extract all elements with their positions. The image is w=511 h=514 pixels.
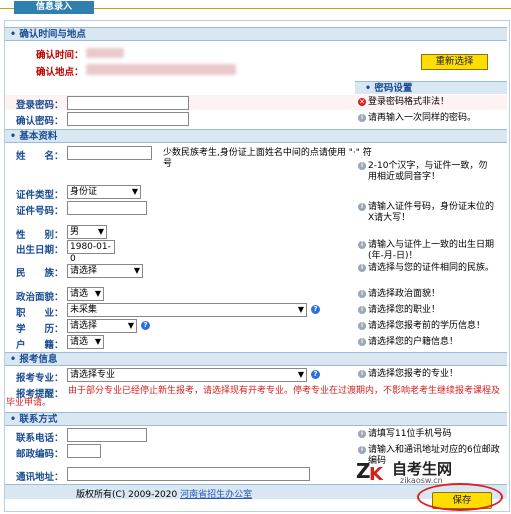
info-icon: i <box>358 430 366 438</box>
name-label: 姓 名： <box>16 151 64 162</box>
chevron-down-icon: ▼ <box>94 337 101 346</box>
phone-tip: 请填写11位手机号码 <box>368 429 452 439</box>
login-password-error: 登录密码格式非法！ <box>368 97 450 107</box>
phone-label: 联系电话： <box>16 433 64 444</box>
svg-text:K: K <box>369 464 384 484</box>
birth-tip: 请输入与证件上一致的出生日期(年-月-日)！ <box>368 240 495 261</box>
edu-select[interactable]: 请选择 ▼ <box>67 319 137 333</box>
help-icon[interactable]: ? <box>311 305 320 314</box>
confirm-password-tip: 请再输入一次同样的密码。 <box>368 113 477 123</box>
login-password-input[interactable] <box>67 96 189 110</box>
major-select[interactable]: 请选择专业 ▼ <box>67 368 307 382</box>
address-label: 通讯地址： <box>16 472 64 483</box>
error-icon: ✕ <box>358 98 366 106</box>
ethnic-tip: 请选择与您的证件相同的民族。 <box>368 263 495 273</box>
name-tip: 2-10个汉字，与证件一致，勿用相近或同音字！ <box>368 161 488 182</box>
reminder-text: 由于部分专业已经停止新生报考，请选择现有开考专业。停考专业在过渡期内，不影响老考… <box>6 386 501 408</box>
confirm-time-label: 确认时间： <box>36 50 84 61</box>
job-label: 职 业： <box>16 308 64 319</box>
section-header-contact: • 联系方式 <box>5 412 507 426</box>
idno-label: 证件号码： <box>16 206 64 217</box>
postcode-label: 邮政编码： <box>16 449 64 460</box>
chevron-down-icon: ▼ <box>133 266 140 275</box>
info-icon: i <box>358 322 366 330</box>
save-highlight-circle <box>417 483 503 511</box>
hukou-tip: 请选择您的户籍信息！ <box>368 337 459 347</box>
gender-select[interactable]: 男 ▼ <box>67 225 107 239</box>
chevron-down-icon: ▼ <box>297 305 304 314</box>
chevron-down-icon: ▼ <box>297 370 304 379</box>
chevron-down-icon: ▼ <box>97 227 104 236</box>
info-icon: i <box>358 241 366 249</box>
help-icon[interactable]: ? <box>311 370 320 379</box>
idno-input[interactable] <box>67 201 147 215</box>
major-label: 报考专业： <box>16 373 64 384</box>
info-icon: i <box>358 290 366 298</box>
chevron-down-icon: ▼ <box>94 289 101 298</box>
address-input[interactable] <box>67 467 310 481</box>
chevron-down-icon: ▼ <box>131 187 138 196</box>
info-icon: i <box>358 114 366 122</box>
info-icon: i <box>358 203 366 211</box>
copyright-text: 版权所有(C) 2009-2020 <box>76 490 178 500</box>
confirm-place-label: 确认地点： <box>36 67 84 78</box>
phone-input[interactable] <box>67 428 147 442</box>
chevron-down-icon: ▼ <box>127 321 134 330</box>
idtype-select[interactable]: 身份证 ▼ <box>67 185 141 199</box>
watermark-logo: Z K 自考生网 zikaosw.cn <box>356 458 496 486</box>
hukou-select[interactable]: 请选 ▼ <box>67 335 104 349</box>
confirm-place-value <box>86 64 236 75</box>
gender-label: 性 别： <box>16 230 64 241</box>
postcode-input[interactable] <box>67 444 101 458</box>
ethnic-select[interactable]: 请选择 ▼ <box>67 264 143 278</box>
confirm-time-value <box>86 48 124 58</box>
login-password-label: 登录密码： <box>16 100 64 111</box>
job-select[interactable]: 未采集 ▼ <box>67 303 307 317</box>
name-hint: 少数民族考生,身份证上面姓名中间的点请使用 "·" 符号 <box>163 148 372 169</box>
help-icon[interactable]: ? <box>141 321 150 330</box>
section-header-exam: • 报考信息 <box>5 352 507 366</box>
political-select[interactable]: 请选 ▼ <box>67 287 104 301</box>
major-tip: 请选择您报考的专业！ <box>368 369 459 379</box>
footer-copyright: 版权所有(C) 2009-2020 河南省招生办公室 <box>76 487 252 500</box>
reselect-button[interactable]: 重新选择 <box>421 54 488 70</box>
name-input[interactable] <box>67 146 152 160</box>
section-header-password: • 密码设置 <box>355 81 507 94</box>
info-icon: i <box>358 338 366 346</box>
idtype-label: 证件类型： <box>16 190 64 201</box>
confirm-password-label: 确认密码： <box>16 116 64 127</box>
idno-tip: 请输入证件号码，身份证末位的X请大写！ <box>368 202 495 223</box>
hukou-label: 户 籍： <box>16 340 64 351</box>
ethnic-label: 民 族： <box>16 268 64 279</box>
section-header-basic: • 基本资料 <box>5 129 507 143</box>
political-tip: 请选择政治面貌！ <box>368 289 441 299</box>
edu-tip: 请选择您报考前的学历信息！ <box>368 321 486 331</box>
confirm-password-input[interactable] <box>67 112 189 126</box>
info-icon: i <box>358 162 366 170</box>
political-label: 政治面貌： <box>16 292 64 303</box>
office-link[interactable]: 河南省招生办公室 <box>180 490 252 500</box>
job-tip: 请选择您的职业！ <box>368 305 441 315</box>
section-header-confirm: • 确认时间与地点 <box>5 27 507 41</box>
tab-info-entry: 信息录入 <box>14 1 94 14</box>
birth-input[interactable]: 1980-01-0 <box>67 240 115 264</box>
edu-label: 学 历： <box>16 324 64 335</box>
info-icon: i <box>358 306 366 314</box>
info-icon: i <box>358 370 366 378</box>
info-icon: i <box>358 446 366 454</box>
birth-label: 出生日期： <box>16 245 64 256</box>
info-icon: i <box>358 264 366 272</box>
zk-logo-icon: Z K <box>356 459 384 484</box>
